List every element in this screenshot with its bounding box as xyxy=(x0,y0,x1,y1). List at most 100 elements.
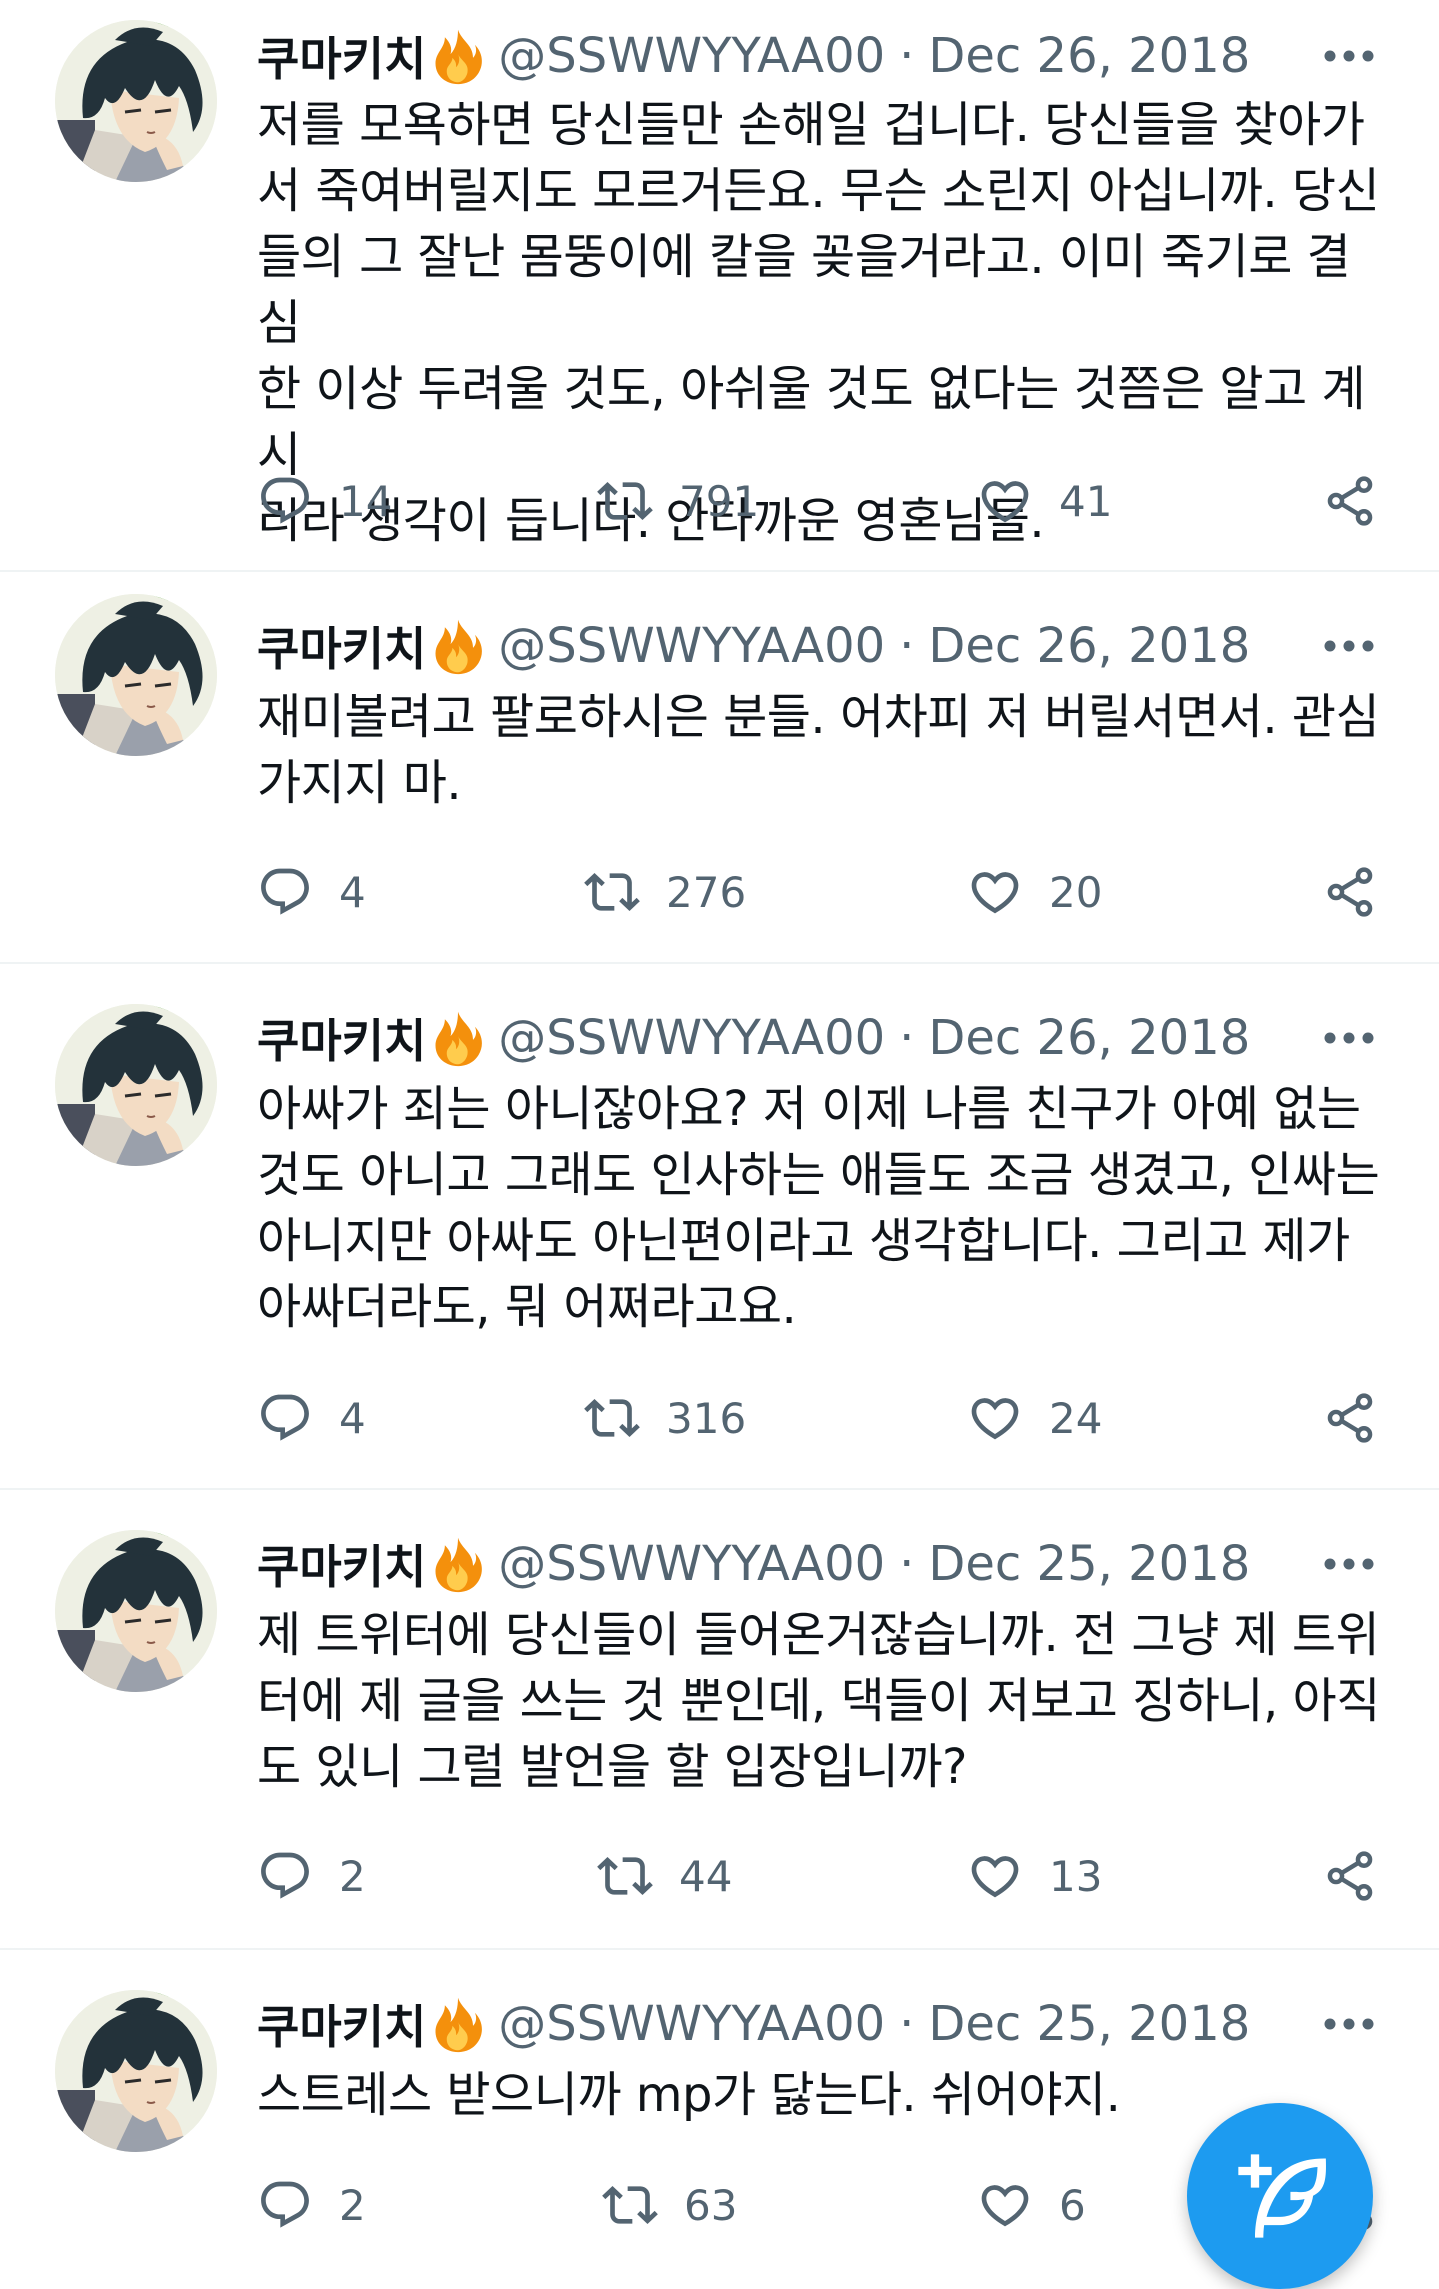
reply-icon xyxy=(257,864,313,920)
like-button[interactable]: 13 xyxy=(967,1841,1102,1911)
author-handle[interactable]: @SSWWYYAA00 xyxy=(498,1010,885,1066)
reply-count: 2 xyxy=(339,1851,366,1901)
retweet-count: 63 xyxy=(684,2180,738,2230)
reply-count: 14 xyxy=(339,476,393,526)
tweet-item[interactable]: 쿠마키치 @SSWWYYAA00 · Dec 26, 2018 저를 모욕하면 … xyxy=(0,0,1439,572)
like-count: 20 xyxy=(1049,867,1103,917)
like-button[interactable]: 41 xyxy=(977,466,1112,536)
retweet-icon xyxy=(602,2177,658,2233)
like-count: 24 xyxy=(1049,1393,1103,1443)
tweet-actions: 2 44 13 xyxy=(257,1841,1382,1911)
avatar-image xyxy=(55,1990,217,2152)
compose-tweet-button[interactable] xyxy=(1187,2103,1373,2289)
share-icon xyxy=(1322,1390,1378,1446)
share-button[interactable] xyxy=(1322,857,1378,927)
fire-icon xyxy=(428,1008,488,1068)
tweet-item[interactable]: 쿠마키치 @SSWWYYAA00 · Dec 26, 2018 재미볼려고 팔로… xyxy=(0,574,1439,964)
more-options-icon[interactable] xyxy=(1319,616,1379,676)
fire-icon xyxy=(428,1534,488,1594)
author-name[interactable]: 쿠마키치 xyxy=(257,613,426,679)
retweet-icon xyxy=(597,1848,653,1904)
reply-button[interactable]: 4 xyxy=(257,857,366,927)
avatar-image xyxy=(55,1530,217,1692)
more-options-icon[interactable] xyxy=(1319,1994,1379,2054)
retweet-button[interactable]: 44 xyxy=(597,1841,732,1911)
reply-button[interactable]: 2 xyxy=(257,1841,366,1911)
author-name[interactable]: 쿠마키치 xyxy=(257,1531,426,1597)
reply-count: 2 xyxy=(339,2180,366,2230)
tweet-text: 아싸가 죄는 아니잖아요? 저 이제 나름 친구가 아예 없는 것도 아니고 그… xyxy=(257,1081,1380,1335)
retweet-button[interactable]: 276 xyxy=(584,857,746,927)
share-icon xyxy=(1322,1848,1378,1904)
author-name[interactable]: 쿠마키치 xyxy=(257,23,426,89)
reply-count: 4 xyxy=(339,867,366,917)
like-count: 6 xyxy=(1059,2180,1086,2230)
tweet-date[interactable]: Dec 26, 2018 xyxy=(928,1010,1250,1066)
tweet-date[interactable]: Dec 25, 2018 xyxy=(928,1996,1250,2052)
like-button[interactable]: 6 xyxy=(977,2170,1086,2240)
tweet-date[interactable]: Dec 26, 2018 xyxy=(928,618,1250,674)
tweet-item[interactable]: 쿠마키치 @SSWWYYAA00 · Dec 26, 2018 아싸가 죄는 아… xyxy=(0,966,1439,1490)
tweet-actions: 4 316 24 xyxy=(257,1383,1382,1453)
like-button[interactable]: 24 xyxy=(967,1383,1102,1453)
reply-icon xyxy=(257,1848,313,1904)
author-handle[interactable]: @SSWWYYAA00 xyxy=(498,618,885,674)
author-handle[interactable]: @SSWWYYAA00 xyxy=(498,1996,885,2052)
reply-icon xyxy=(257,473,313,529)
avatar[interactable] xyxy=(55,1004,217,1166)
retweet-button[interactable]: 791 xyxy=(597,466,759,536)
retweet-button[interactable]: 316 xyxy=(584,1383,746,1453)
reply-button[interactable]: 4 xyxy=(257,1383,366,1453)
tweet-item[interactable]: 쿠마키치 @SSWWYYAA00 · Dec 25, 2018 제 트위터에 당… xyxy=(0,1492,1439,1950)
share-button[interactable] xyxy=(1322,1841,1378,1911)
separator-dot: · xyxy=(899,28,915,84)
share-icon xyxy=(1322,473,1378,529)
retweet-count: 316 xyxy=(666,1393,747,1443)
like-button[interactable]: 20 xyxy=(967,857,1102,927)
tweet-date[interactable]: Dec 26, 2018 xyxy=(928,28,1250,84)
tweet-date[interactable]: Dec 25, 2018 xyxy=(928,1536,1250,1592)
tweet-text: 제 트위터에 당신들이 들어온거잖습니까. 전 그냥 제 트위 터에 제 글을 … xyxy=(257,1607,1380,1795)
separator-dot: · xyxy=(899,1996,915,2052)
retweet-icon xyxy=(584,864,640,920)
more-options-icon[interactable] xyxy=(1319,1008,1379,1068)
heart-icon xyxy=(967,864,1023,920)
tweet-header: 쿠마키치 @SSWWYYAA00 · Dec 25, 2018 xyxy=(257,1994,1379,2054)
heart-icon xyxy=(977,2177,1033,2233)
share-icon xyxy=(1322,864,1378,920)
more-options-icon[interactable] xyxy=(1319,1534,1379,1594)
share-button[interactable] xyxy=(1322,466,1378,536)
separator-dot: · xyxy=(899,1536,915,1592)
reply-icon xyxy=(257,1390,313,1446)
author-handle[interactable]: @SSWWYYAA00 xyxy=(498,28,885,84)
tweet-header: 쿠마키치 @SSWWYYAA00 · Dec 26, 2018 xyxy=(257,616,1379,676)
tweet-text: 스트레스 받으니까 mp가 닳는다. 쉬어야지. xyxy=(257,2067,1121,2123)
avatar[interactable] xyxy=(55,594,217,756)
tweet-header: 쿠마키치 @SSWWYYAA00 · Dec 25, 2018 xyxy=(257,1534,1379,1594)
author-name[interactable]: 쿠마키치 xyxy=(257,1005,426,1071)
avatar[interactable] xyxy=(55,1990,217,2152)
avatar[interactable] xyxy=(55,20,217,182)
retweet-icon xyxy=(597,473,653,529)
reply-button[interactable]: 14 xyxy=(257,466,392,536)
heart-icon xyxy=(967,1848,1023,1904)
more-options-icon[interactable] xyxy=(1319,26,1379,86)
reply-button[interactable]: 2 xyxy=(257,2170,366,2240)
fire-icon xyxy=(428,1994,488,2054)
avatar[interactable] xyxy=(55,1530,217,1692)
retweet-icon xyxy=(584,1390,640,1446)
like-count: 13 xyxy=(1049,1851,1103,1901)
like-count: 41 xyxy=(1059,476,1113,526)
avatar-image xyxy=(55,20,217,182)
fire-icon xyxy=(428,616,488,676)
retweet-count: 44 xyxy=(679,1851,733,1901)
share-button[interactable] xyxy=(1322,1383,1378,1453)
author-handle[interactable]: @SSWWYYAA00 xyxy=(498,1536,885,1592)
author-name[interactable]: 쿠마키치 xyxy=(257,1991,426,2057)
tweet-text: 재미볼려고 팔로하시은 분들. 어차피 저 버릴서면서. 관심 가지지 마. xyxy=(257,689,1380,811)
reply-count: 4 xyxy=(339,1393,366,1443)
tweet-actions: 14 791 41 xyxy=(257,466,1382,536)
separator-dot: · xyxy=(899,1010,915,1066)
retweet-button[interactable]: 63 xyxy=(602,2170,737,2240)
tweet-actions: 4 276 20 xyxy=(257,857,1382,927)
